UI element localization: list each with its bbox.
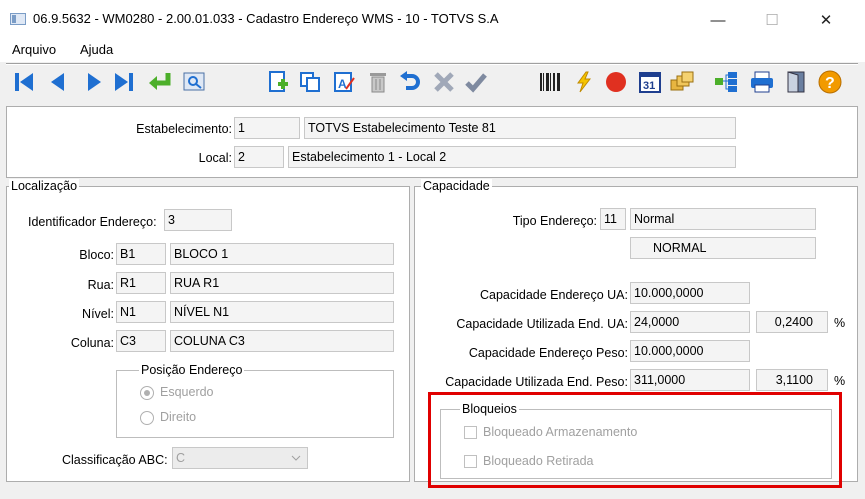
help-icon[interactable]: ? xyxy=(816,68,844,96)
bloqueios-title: Bloqueios xyxy=(460,402,519,416)
cap-util-ua-pct-symbol: % xyxy=(834,316,846,330)
app-icon xyxy=(10,13,26,25)
rua-label: Rua: xyxy=(87,278,114,292)
menu-arquivo[interactable]: Arquivo xyxy=(12,42,56,57)
tree-icon[interactable] xyxy=(712,68,740,96)
calendar-icon[interactable]: 31 xyxy=(636,68,664,96)
nivel-label: Nível: xyxy=(82,307,114,321)
cap-util-peso-field: 311,0000 xyxy=(630,369,750,391)
undo-icon[interactable] xyxy=(396,68,424,96)
classificacao-select[interactable]: C xyxy=(172,447,308,469)
cap-ua-field[interactable]: 10.000,0000 xyxy=(630,282,750,304)
next-record-icon[interactable] xyxy=(80,68,108,96)
radio-direito-label: Direito xyxy=(160,410,197,424)
new-icon[interactable] xyxy=(264,68,292,96)
identificador-field[interactable]: 3 xyxy=(164,209,232,231)
capacidade-title: Capacidade xyxy=(421,179,492,193)
bloqueado-retirada-checkbox[interactable] xyxy=(464,455,477,468)
window-title: 06.9.5632 - WM0280 - 2.00.01.033 - Cadas… xyxy=(33,11,499,26)
classificacao-value: C xyxy=(176,451,186,465)
cap-peso-field[interactable]: 10.000,0000 xyxy=(630,340,750,362)
folders-icon[interactable] xyxy=(668,68,696,96)
exit-door-icon[interactable] xyxy=(782,68,810,96)
cap-util-ua-label: Capacidade Utilizada End. UA: xyxy=(456,317,628,331)
toolbar: A 31 ? xyxy=(0,62,865,102)
local-code-field[interactable]: 2 xyxy=(234,146,284,168)
cap-util-peso-pct-symbol: % xyxy=(834,374,846,388)
cap-util-peso-pct-field: 3,1100 xyxy=(756,369,828,391)
estabelecimento-label: Estabelecimento: xyxy=(136,122,232,136)
cancel-icon[interactable] xyxy=(430,68,458,96)
goto-icon[interactable] xyxy=(146,68,174,96)
radio-esquerdo[interactable] xyxy=(140,386,154,400)
barcode-icon[interactable] xyxy=(536,68,564,96)
cap-util-peso-label: Capacidade Utilizada End. Peso: xyxy=(445,375,628,389)
local-label: Local: xyxy=(198,151,232,165)
copy-icon[interactable] xyxy=(296,68,324,96)
cap-ua-label: Capacidade Endereço UA: xyxy=(479,288,628,302)
tipo-label: Tipo Endereço: xyxy=(512,214,597,228)
estabelecimento-name-field: TOTVS Estabelecimento Teste 81 xyxy=(304,117,736,139)
bloco-desc-field: BLOCO 1 xyxy=(170,243,394,265)
previous-record-icon[interactable] xyxy=(44,68,72,96)
bloqueado-armazenamento-checkbox[interactable] xyxy=(464,426,477,439)
coluna-label: Coluna: xyxy=(70,336,114,350)
rua-code-field[interactable]: R1 xyxy=(116,272,166,294)
tipo-desc2-field: NORMAL xyxy=(630,237,816,259)
close-button[interactable]: ✕ xyxy=(803,8,849,34)
save-check-icon[interactable] xyxy=(462,68,490,96)
delete-icon[interactable] xyxy=(364,68,392,96)
stop-icon[interactable] xyxy=(602,68,630,96)
maximize-button[interactable]: ☐ xyxy=(749,8,795,34)
search-zoom-icon[interactable] xyxy=(180,68,208,96)
radio-esquerdo-label: Esquerdo xyxy=(160,385,214,399)
classificacao-label: Classificação ABC: xyxy=(62,453,168,467)
bloqueado-retirada-label: Bloqueado Retirada xyxy=(483,454,594,468)
print-icon[interactable] xyxy=(748,68,776,96)
minimize-button[interactable]: — xyxy=(695,8,741,34)
tipo-desc-field: Normal xyxy=(630,208,816,230)
identificador-label: Identificador Endereço: xyxy=(28,215,157,229)
svg-text:31: 31 xyxy=(643,80,655,92)
bloqueado-armazenamento-label: Bloqueado Armazenamento xyxy=(483,425,638,439)
bloco-code-field[interactable]: B1 xyxy=(116,243,166,265)
bloqueios-group xyxy=(440,409,832,479)
nivel-code-field[interactable]: N1 xyxy=(116,301,166,323)
svg-text:?: ? xyxy=(825,75,835,92)
nivel-desc-field: NÍVEL N1 xyxy=(170,301,394,323)
cap-util-ua-field: 24,0000 xyxy=(630,311,750,333)
first-record-icon[interactable] xyxy=(10,68,38,96)
posicao-title: Posição Endereço xyxy=(139,363,245,377)
cap-util-ua-pct-field: 0,2400 xyxy=(756,311,828,333)
menu-ajuda[interactable]: Ajuda xyxy=(80,42,113,57)
coluna-code-field[interactable]: C3 xyxy=(116,330,166,352)
local-name-field: Estabelecimento 1 - Local 2 xyxy=(288,146,736,168)
cap-peso-label: Capacidade Endereço Peso: xyxy=(468,346,628,360)
lightning-icon[interactable] xyxy=(570,68,598,96)
last-record-icon[interactable] xyxy=(110,68,138,96)
rua-desc-field: RUA R1 xyxy=(170,272,394,294)
title-bar: 06.9.5632 - WM0280 - 2.00.01.033 - Cadas… xyxy=(0,0,865,40)
chevron-down-icon xyxy=(291,455,301,461)
radio-direito[interactable] xyxy=(140,411,154,425)
estabelecimento-code-field[interactable]: 1 xyxy=(234,117,300,139)
posicao-group xyxy=(116,370,394,438)
localizacao-title: Localização xyxy=(9,179,80,193)
svg-text:A: A xyxy=(338,77,347,91)
bloco-label: Bloco: xyxy=(79,248,114,262)
tipo-code-field[interactable]: 11 xyxy=(600,208,626,230)
toolbar-divider xyxy=(6,63,858,65)
coluna-desc-field: COLUNA C3 xyxy=(170,330,394,352)
menu-bar: Arquivo Ajuda xyxy=(0,40,865,62)
edit-icon[interactable]: A xyxy=(330,68,358,96)
